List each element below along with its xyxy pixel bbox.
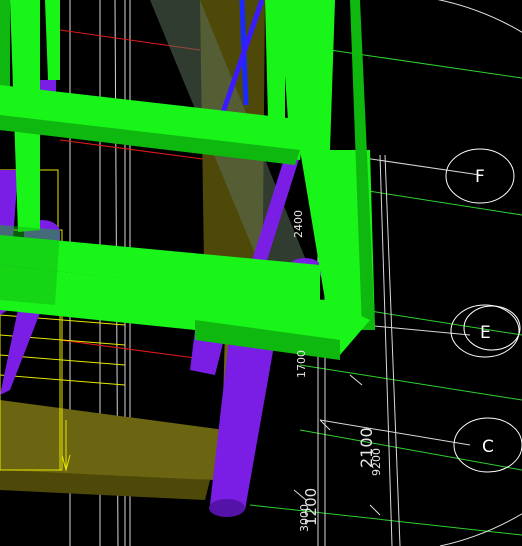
dim-2400: 2400 [292,210,305,238]
dim-1700: 1700 [295,350,308,378]
grid-bubble-C-label: C [482,437,494,457]
dim-3000: 3000 [298,504,311,532]
dim-9200: 9200 [370,448,383,476]
grid-bubble-F-label: F [475,167,485,187]
grid-bubble-E[interactable]: E [450,304,521,358]
grid-bubble-E-label: E [480,323,491,343]
grid-bubble-F[interactable]: F [445,148,515,204]
cad-3d-viewport[interactable]: F E C 2400 1700 2100 9200 1200 3000 [0,0,522,546]
floor-slab [0,400,225,480]
